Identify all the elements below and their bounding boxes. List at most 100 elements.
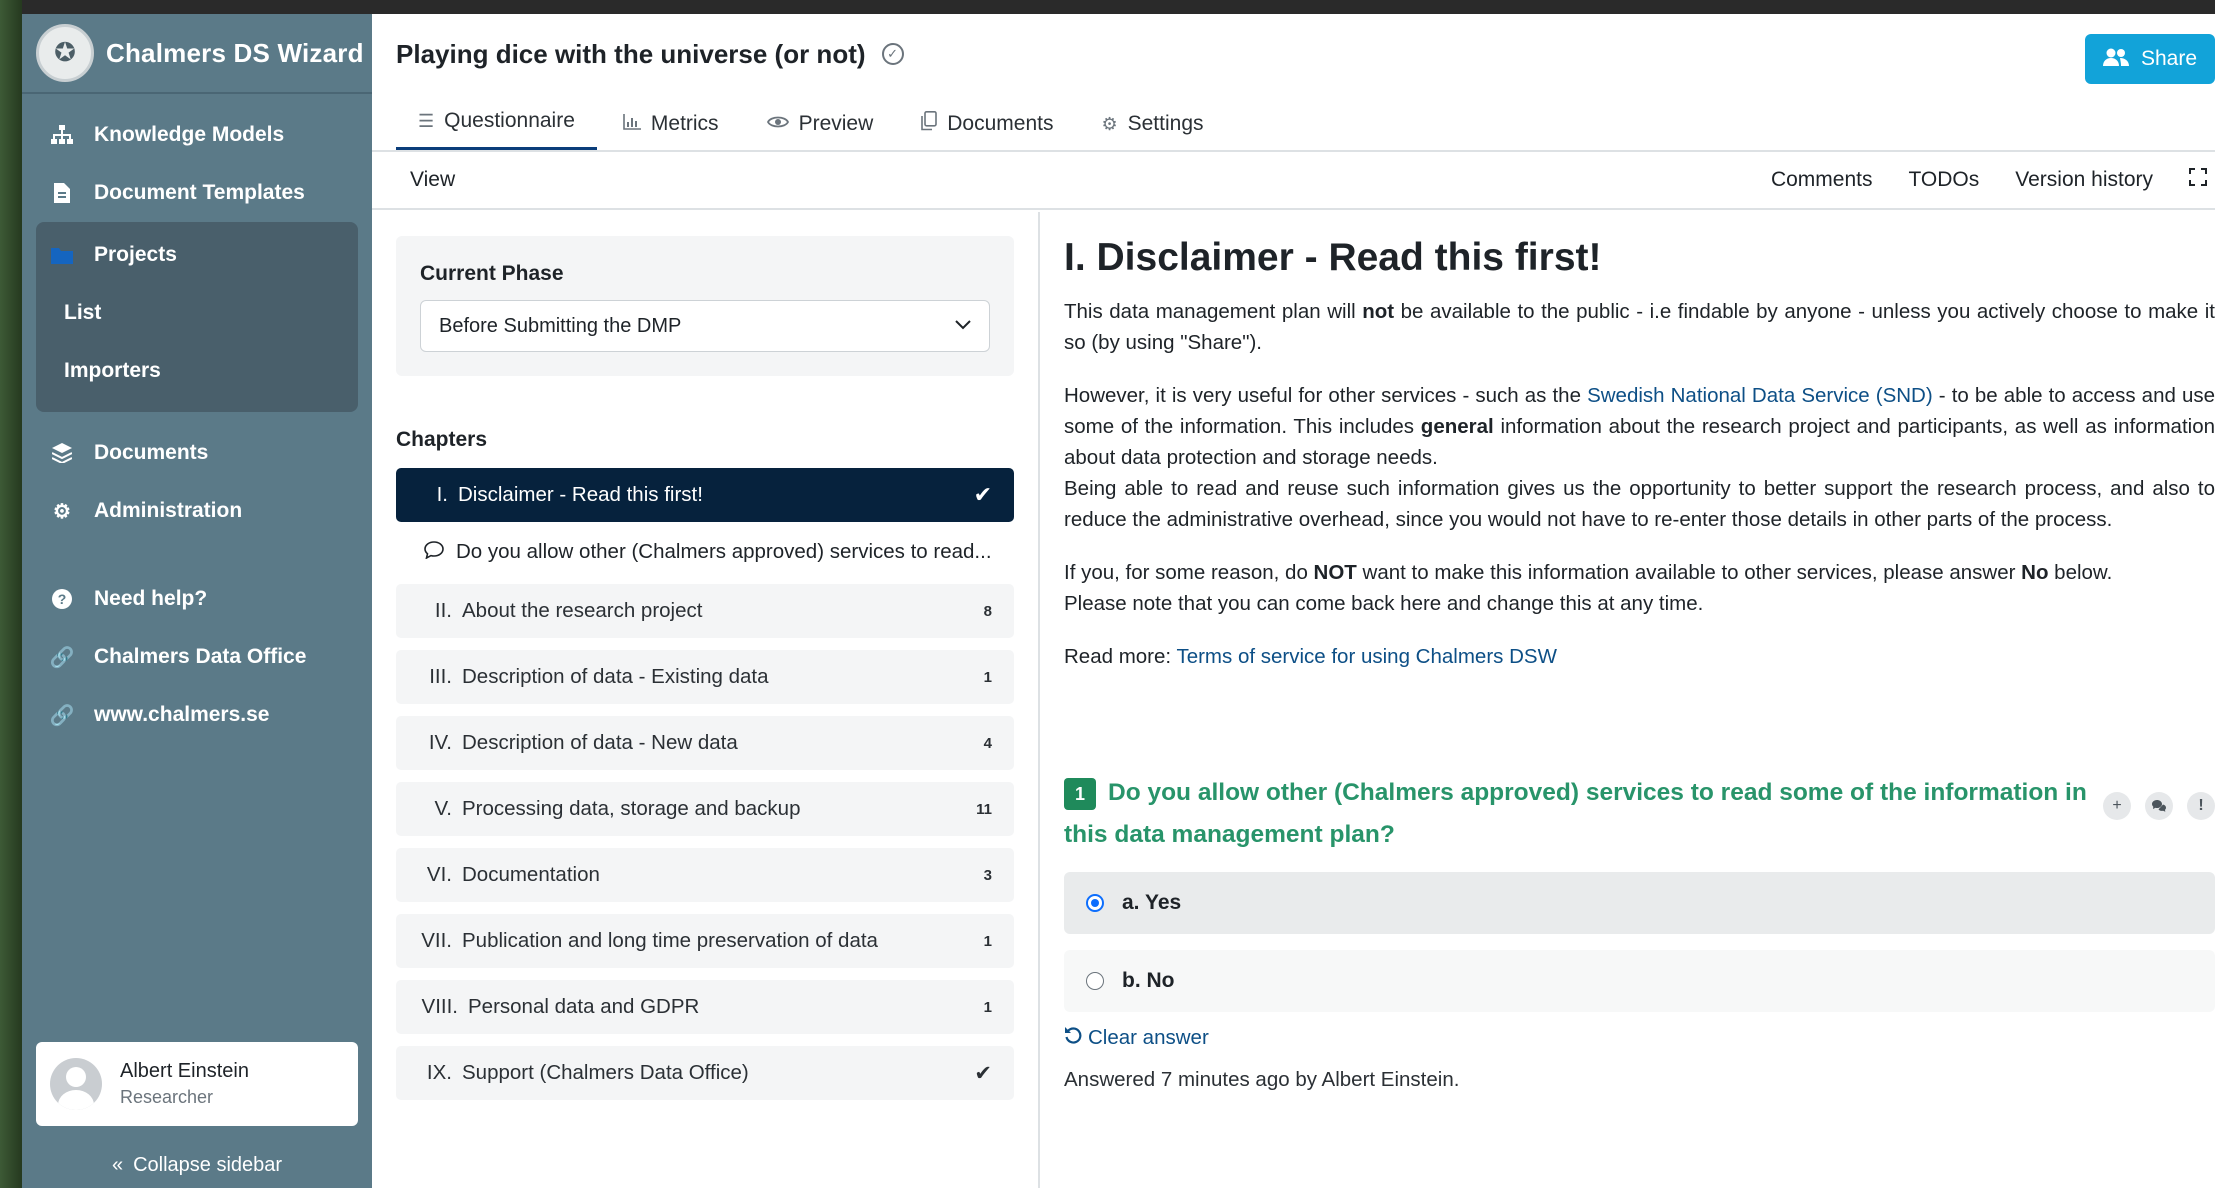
- collapse-sidebar-button[interactable]: « Collapse sidebar: [22, 1154, 372, 1177]
- radio-selected[interactable]: [1086, 894, 1104, 912]
- radio-unselected[interactable]: [1086, 972, 1104, 990]
- sidebar-item-administration[interactable]: ⚙ Administration: [22, 482, 372, 540]
- sidebar-subitem-importers[interactable]: Importers: [36, 342, 358, 400]
- file-icon: [48, 183, 76, 203]
- todos-button[interactable]: TODOs: [1908, 168, 1979, 192]
- user-role: Researcher: [120, 1087, 214, 1107]
- chapter-panel: Current Phase Before Submitting the DMP …: [372, 212, 1040, 1188]
- main-content: Playing dice with the universe (or not) …: [372, 14, 2215, 1188]
- chapter-item[interactable]: VIII. Personal data and GDPR 1: [396, 980, 1014, 1034]
- tab-label: Documents: [947, 111, 1054, 135]
- sidebar-item-chalmers-site[interactable]: 🔗 www.chalmers.se: [22, 686, 372, 744]
- exclamation-icon[interactable]: !: [2187, 792, 2215, 820]
- phase-select[interactable]: Before Submitting the DMP: [420, 300, 990, 352]
- tab-documents[interactable]: Documents: [899, 111, 1075, 150]
- chapter-item[interactable]: VII. Publication and long time preservati…: [396, 914, 1014, 968]
- questionnaire-toolbar: View Comments TODOs Version history: [372, 152, 2215, 210]
- text: Being able to read and reuse such inform…: [1064, 477, 2215, 531]
- question-text: Do you allow other (Chalmers approved) s…: [1064, 779, 2087, 848]
- comments-icon[interactable]: [2145, 792, 2173, 820]
- comments-button[interactable]: Comments: [1771, 168, 1873, 192]
- tab-settings[interactable]: ⚙ Settings: [1079, 112, 1225, 150]
- sidebar-item-document-templates[interactable]: Document Templates: [22, 164, 372, 222]
- sidebar-item-label: Need help?: [94, 587, 208, 610]
- sidebar-item-label: Administration: [94, 499, 243, 522]
- chapter-number: VI.: [426, 863, 452, 886]
- text-bold: NOT: [1313, 561, 1357, 584]
- check-circle-icon: ✓: [881, 43, 904, 65]
- link-icon: 🔗: [49, 646, 75, 669]
- sidebar-subitem-list[interactable]: List: [36, 284, 358, 342]
- answer-option-no[interactable]: b. No: [1064, 950, 2215, 1012]
- tab-label: Settings: [1127, 112, 1204, 135]
- question-actions: + !: [2089, 792, 2215, 820]
- chapter-item[interactable]: VI. Documentation 3: [396, 848, 1014, 902]
- list-icon: ☰: [418, 110, 435, 131]
- clear-answer-label: Clear answer: [1088, 1026, 1209, 1049]
- disclaimer-paragraph-3: If you, for some reason, do NOT want to …: [1064, 557, 2215, 619]
- answer-option-label: b. No: [1122, 969, 1175, 992]
- tab-questionnaire[interactable]: ☰ Questionnaire: [396, 109, 597, 150]
- sidebar-subitem-label: Importers: [64, 359, 161, 382]
- sidebar-item-label: www.chalmers.se: [94, 703, 270, 726]
- user-card[interactable]: Albert Einstein Researcher: [36, 1042, 358, 1126]
- chapter-item[interactable]: IX. Support (Chalmers Data Office) ✔: [396, 1046, 1014, 1100]
- sitemap-icon: [48, 125, 76, 145]
- tab-preview[interactable]: Preview: [745, 112, 896, 150]
- gears-icon: ⚙: [1101, 113, 1118, 134]
- tab-metrics[interactable]: Metrics: [601, 112, 741, 150]
- comment-icon: [424, 540, 444, 564]
- fullscreen-icon[interactable]: [2189, 168, 2207, 192]
- share-button[interactable]: Share: [2085, 34, 2215, 84]
- chapter-count-badge: 1: [983, 932, 992, 950]
- plus-icon[interactable]: +: [2103, 792, 2131, 820]
- disclaimer-paragraph-2: However, it is very useful for other ser…: [1064, 380, 2215, 535]
- terms-of-service-link[interactable]: Terms of service for using Chalmers DSW: [1176, 645, 1556, 668]
- help-icon: ?: [48, 589, 76, 609]
- sidebar-item-knowledge-models[interactable]: Knowledge Models: [22, 106, 372, 164]
- chart-icon: [623, 113, 641, 135]
- chapter-count-badge: 1: [983, 668, 992, 686]
- chapter-count-badge: 8: [983, 602, 992, 620]
- check-icon: ✔: [973, 482, 992, 507]
- answer-option-yes[interactable]: a. Yes: [1064, 872, 2215, 934]
- chapter-number: III.: [429, 665, 452, 688]
- chapter-item[interactable]: V. Processing data, storage and backup 11: [396, 782, 1014, 836]
- chapter-item[interactable]: III. Description of data - Existing data 1: [396, 650, 1014, 704]
- page-title: Playing dice with the universe (or not): [396, 38, 866, 69]
- chapter-label: Processing data, storage and backup: [462, 797, 801, 820]
- version-history-button[interactable]: Version history: [2015, 168, 2153, 192]
- double-chevron-left-icon: «: [111, 1154, 124, 1176]
- view-menu[interactable]: View: [410, 168, 455, 192]
- svg-text:?: ?: [58, 591, 67, 607]
- sidebar-item-projects[interactable]: Projects: [36, 226, 358, 284]
- clear-answer-button[interactable]: Clear answer: [1064, 1026, 2215, 1050]
- chapter-count-badge: 3: [983, 866, 992, 884]
- text-bold: general: [1420, 415, 1494, 438]
- chapter-label: About the research project: [462, 599, 703, 622]
- brand[interactable]: ✪ Chalmers DS Wizard: [22, 14, 372, 94]
- check-icon: ✔: [974, 1061, 992, 1085]
- chapter-heading: I. Disclaimer - Read this first!: [1064, 236, 1602, 279]
- chapter-item[interactable]: II. About the research project 8: [396, 584, 1014, 638]
- snd-link[interactable]: Swedish National Data Service (SND): [1587, 384, 1933, 407]
- chapter-label: Documentation: [462, 863, 600, 886]
- chapter-item-active[interactable]: I. Disclaimer - Read this first! ✔: [396, 468, 1014, 522]
- sidebar-item-documents[interactable]: Documents: [22, 424, 372, 482]
- chapters-heading: Chapters: [396, 428, 488, 451]
- avatar: [50, 1058, 102, 1110]
- sidebar-item-label: Document Templates: [94, 181, 305, 204]
- sidebar-item-help[interactable]: ? Need help?: [22, 570, 372, 628]
- tab-label: Metrics: [650, 112, 719, 135]
- answered-status: Answered 7 minutes ago by Albert Einstei…: [1064, 1068, 1460, 1091]
- chapter-item[interactable]: IV. Description of data - New data 4: [396, 716, 1014, 770]
- text-bold: No: [2021, 561, 2049, 584]
- phase-value: Before Submitting the DMP: [439, 314, 682, 337]
- question-block: 1 Do you allow other (Chalmers approved) …: [1064, 772, 2215, 1092]
- text: However, it is very useful for other ser…: [1064, 384, 1588, 407]
- gear-icon: ⚙: [53, 500, 71, 523]
- chapter-question-link[interactable]: Do you allow other (Chalmers approved) s…: [396, 528, 1014, 576]
- tab-label: Preview: [798, 112, 874, 135]
- sidebar-item-data-office[interactable]: 🔗 Chalmers Data Office: [22, 628, 372, 686]
- chapter-number: VIII.: [421, 995, 458, 1018]
